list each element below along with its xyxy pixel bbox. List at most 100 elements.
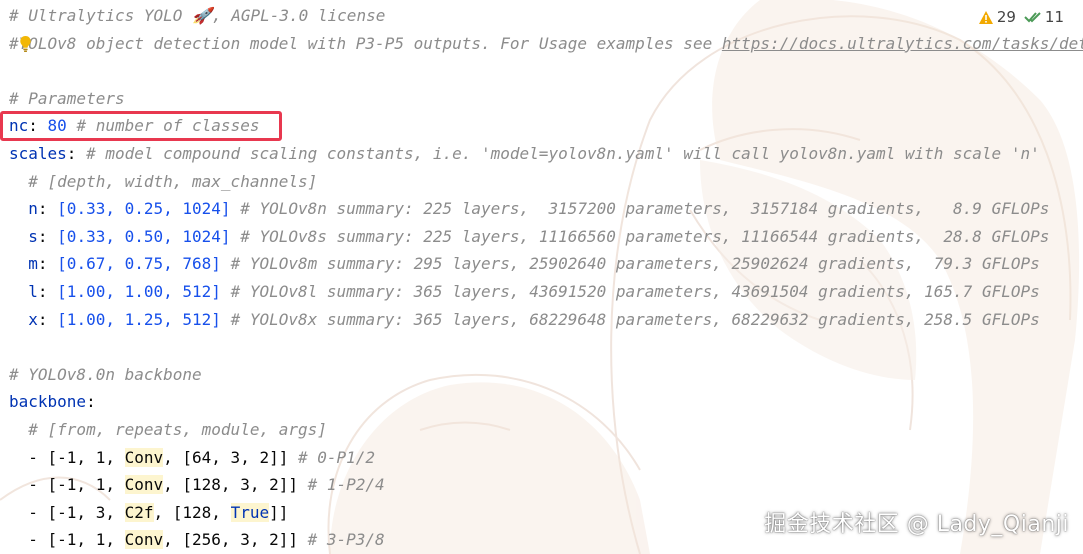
module-token: Conv — [124, 447, 164, 467]
scale-row-m: m: [0.67, 0.75, 768] # YOLOv8m summary: … — [9, 250, 1083, 278]
module-token: Conv — [124, 530, 164, 550]
code-token: , [256, 3, 2]] — [163, 530, 298, 550]
code-token: # 0-P1/2 — [298, 447, 376, 467]
code-token: : — [66, 143, 87, 163]
code-area[interactable]: # Ultralytics YOLO 🚀, AGPL-3.0 license #… — [9, 2, 1083, 554]
code-line-blank-2 — [9, 333, 1083, 361]
code-token: YOLOv8 object detection model with P3-P5… — [18, 33, 722, 53]
code-token: 80 — [47, 116, 67, 136]
code-line-1: # Ultralytics YOLO 🚀, AGPL-3.0 license — [9, 2, 1083, 30]
code-token: backbone — [9, 392, 87, 412]
code-token: l — [28, 281, 38, 301]
code-editor[interactable]: # Ultralytics YOLO 🚀, AGPL-3.0 license #… — [0, 0, 1083, 554]
weak-warnings-counter[interactable]: 11 — [1024, 8, 1064, 26]
code-token: : — [28, 116, 48, 136]
code-token: # YOLOv8m summary: 295 layers, 25902640 … — [230, 254, 1040, 274]
code-token: # YOLOv8l summary: 365 layers, 43691520 … — [230, 281, 1040, 301]
code-line-scales: scales: # model compound scaling constan… — [9, 140, 1083, 168]
code-line-2: #YOLOv8 object detection model with P3-P… — [9, 30, 1083, 58]
scale-row-s: s: [0.33, 0.50, 1024] # YOLOv8s summary:… — [9, 223, 1083, 251]
code-token: x — [28, 309, 38, 329]
code-token: , [128, 3, 2]] — [163, 475, 298, 495]
code-token: m — [28, 254, 38, 274]
code-token: nc — [9, 116, 29, 136]
warnings-count: 29 — [996, 8, 1016, 26]
code-token: # [depth, width, max_channels] — [28, 171, 318, 191]
code-token: - [-1, 1, — [28, 530, 125, 550]
code-token: # YOLOv8n summary: 225 layers, 3157200 p… — [240, 199, 1050, 219]
code-token: # 3-P3/8 — [307, 530, 385, 550]
backbone-row-0: - [-1, 1, Conv, [64, 3, 2]] # 0-P1/2 — [9, 444, 1083, 472]
code-token: # model compound scaling constants, i.e.… — [86, 143, 1040, 163]
module-token: C2f — [124, 502, 154, 522]
code-line-backbone-comment: # YOLOv8.0n backbone — [9, 361, 1083, 389]
code-token: , [128, — [153, 502, 231, 522]
code-token: [0.33, 0.50, 1024] — [57, 226, 231, 246]
code-token: [0.67, 0.75, 768] — [57, 254, 221, 274]
lightbulb-icon[interactable] — [19, 35, 32, 53]
code-token: [0.33, 0.25, 1024] — [57, 199, 231, 219]
warnings-counter[interactable]: 29 — [978, 8, 1016, 26]
code-token: # 1-P2/4 — [307, 475, 385, 495]
code-line-nc: nc: 80 # number of classes — [9, 112, 1083, 140]
code-token: # number of classes — [76, 116, 260, 136]
scale-row-n: n: [0.33, 0.25, 1024] # YOLOv8n summary:… — [9, 195, 1083, 223]
code-token: : — [37, 309, 58, 329]
code-token: # Ultralytics YOLO 🚀, AGPL-3.0 license — [9, 6, 386, 25]
code-token: [1.00, 1.25, 512] — [57, 309, 221, 329]
code-line-backbone-sub: # [from, repeats, module, args] — [9, 416, 1083, 444]
code-token: : — [37, 226, 58, 246]
code-token: s — [28, 226, 38, 246]
scale-row-x: x: [1.00, 1.25, 512] # YOLOv8x summary: … — [9, 306, 1083, 334]
docs-link[interactable]: https://docs.ultralytics.com/tasks/detec… — [722, 34, 1083, 53]
warning-triangle-icon — [978, 10, 993, 24]
watermark-text: 掘金技术社区 @ Lady_Qianji — [764, 512, 1069, 537]
inspection-widget[interactable]: 29 11 — [969, 4, 1072, 30]
code-token: # [from, repeats, module, args] — [28, 419, 327, 439]
module-token: Conv — [124, 475, 164, 495]
code-token: - [-1, 1, — [28, 447, 125, 467]
code-token: ]] — [269, 502, 289, 522]
scale-row-l: l: [1.00, 1.00, 512] # YOLOv8l summary: … — [9, 278, 1083, 306]
weak-warnings-count: 11 — [1044, 8, 1064, 26]
code-token: - [-1, 3, — [28, 502, 125, 522]
module-token: True — [230, 502, 270, 522]
code-line-4: # Parameters — [9, 85, 1083, 113]
code-token: [1.00, 1.00, 512] — [57, 281, 221, 301]
code-token: # — [9, 33, 19, 53]
code-token: : — [86, 392, 96, 412]
backbone-row-1: - [-1, 1, Conv, [128, 3, 2]] # 1-P2/4 — [9, 471, 1083, 499]
code-token: # Parameters — [9, 88, 125, 108]
code-token: : — [37, 199, 58, 219]
code-token: n — [28, 199, 38, 219]
code-token: - [-1, 1, — [28, 475, 125, 495]
code-line-scales-sub: # [depth, width, max_channels] — [9, 168, 1083, 196]
code-token: scales — [9, 143, 67, 163]
code-token: : — [37, 254, 58, 274]
code-line-backbone: backbone: — [9, 388, 1083, 416]
code-token: # YOLOv8x summary: 365 layers, 68229648 … — [230, 309, 1040, 329]
code-token: : — [37, 281, 58, 301]
code-token: # YOLOv8s summary: 225 layers, 11166560 … — [240, 226, 1050, 246]
